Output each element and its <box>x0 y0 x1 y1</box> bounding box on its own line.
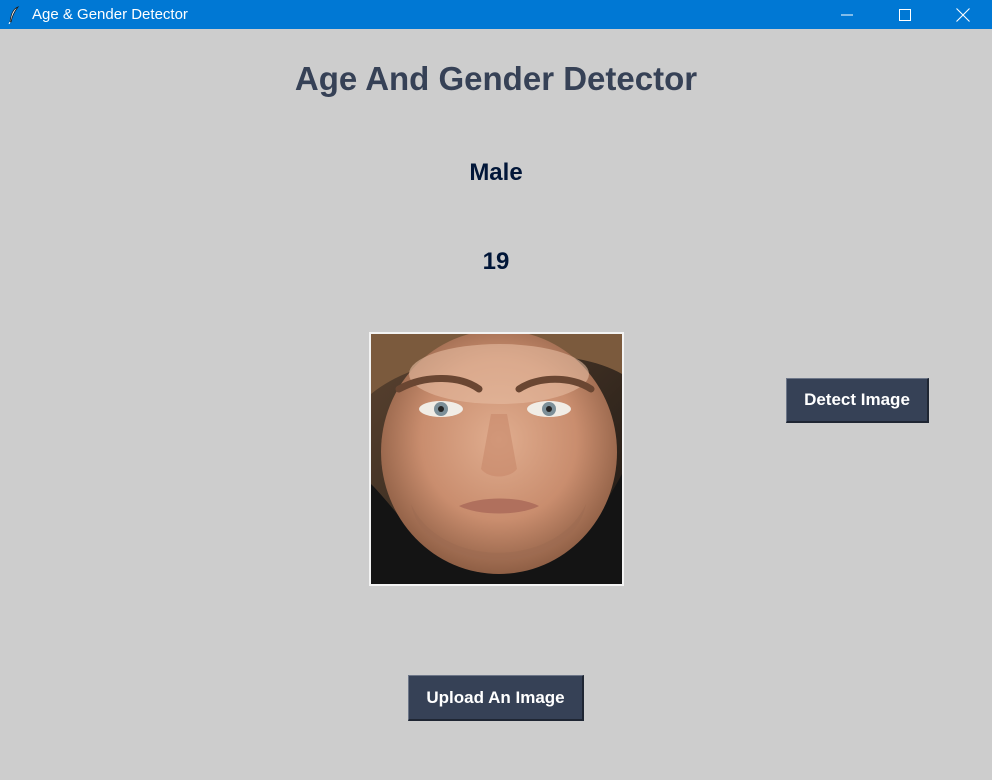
maximize-button[interactable] <box>876 0 934 29</box>
window-title: Age & Gender Detector <box>32 6 188 23</box>
face-photo <box>371 334 622 584</box>
close-icon <box>956 7 970 22</box>
upload-image-button[interactable]: Upload An Image <box>408 675 584 721</box>
age-result: 19 <box>482 248 510 275</box>
detect-image-button[interactable]: Detect Image <box>786 378 929 423</box>
minimize-button[interactable] <box>818 0 876 29</box>
page-title: Age And Gender Detector <box>294 60 698 97</box>
close-button[interactable] <box>934 0 992 29</box>
minimize-icon <box>841 14 853 15</box>
maximize-icon <box>899 8 911 21</box>
window-controls <box>818 0 992 29</box>
title-bar: Age & Gender Detector <box>0 0 992 29</box>
gender-result: Male <box>469 159 523 186</box>
uploaded-image <box>369 332 624 586</box>
feather-icon <box>0 0 28 29</box>
